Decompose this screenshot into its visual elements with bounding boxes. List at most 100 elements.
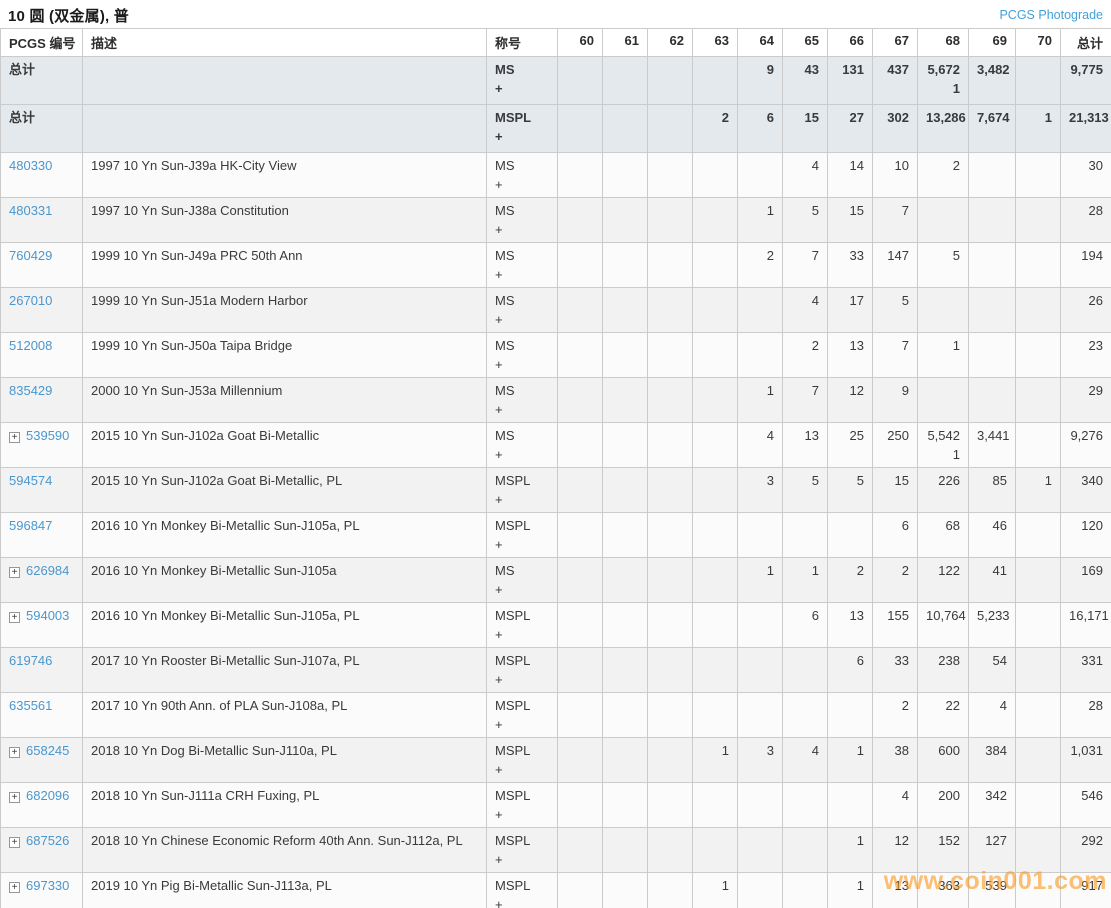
grade-66-count-cell: 131: [828, 57, 873, 105]
col-header-pcgs-number: PCGS 编号: [1, 29, 83, 57]
grade-70-count-cell: [1016, 648, 1061, 693]
pcgs-photograde-link[interactable]: PCGS Photograde: [999, 8, 1103, 22]
title-bar: 10 圆 (双金属), 普 PCGS Photograde: [0, 0, 1111, 28]
pcgs-number-cell: 835429: [1, 378, 83, 423]
grade-65-count-cell: 5: [783, 198, 828, 243]
pcgs-number-link[interactable]: 835429: [9, 383, 52, 398]
grade-67-count-cell: 33: [873, 648, 918, 693]
expand-icon[interactable]: +: [9, 747, 20, 758]
total-count-cell: 29: [1061, 378, 1111, 423]
grade-69-count-cell: [969, 243, 1016, 288]
grade-68-count-cell: 152: [918, 828, 969, 873]
grade-61-count-cell: [603, 243, 648, 288]
grade-67-count-cell: 302: [873, 105, 918, 153]
pcgs-number-link[interactable]: 596847: [9, 518, 52, 533]
designation-cell: MSPL+: [487, 693, 558, 738]
grade-66-count-cell: 25: [828, 423, 873, 468]
expand-icon[interactable]: +: [9, 567, 20, 578]
grade-66-count-cell: 1: [828, 738, 873, 783]
grade-63-count-cell: 2: [693, 105, 738, 153]
grade-64-count-cell: 3: [738, 738, 783, 783]
pcgs-number-link[interactable]: 697330: [26, 878, 69, 893]
table-row: 6355612017 10 Yn 90th Ann. of PLA Sun-J1…: [1, 693, 1111, 738]
pcgs-number-link[interactable]: 267010: [9, 293, 52, 308]
grade-68-count-cell: 2: [918, 153, 969, 198]
pcgs-number-link[interactable]: 512008: [9, 338, 52, 353]
grade-62-count-cell: [648, 243, 693, 288]
grade-64-count-cell: 3: [738, 468, 783, 513]
total-count-cell: 1,031: [1061, 738, 1111, 783]
pcgs-number-link[interactable]: 658245: [26, 743, 69, 758]
summary-row: 总计MSPL+ 2 6 15 27 302 13,286 7,674 1 21,…: [1, 105, 1111, 153]
grade-61-count-cell: [603, 153, 648, 198]
grade-69-count-cell: 3,482: [969, 57, 1016, 105]
grade-62-count-cell: [648, 105, 693, 153]
designation-cell: MS+: [487, 558, 558, 603]
pcgs-number-link[interactable]: 760429: [9, 248, 52, 263]
pcgs-number-link[interactable]: 687526: [26, 833, 69, 848]
grade-64-count-cell: 6: [738, 105, 783, 153]
grade-63-count-cell: [693, 153, 738, 198]
expand-icon[interactable]: +: [9, 612, 20, 623]
expand-icon[interactable]: +: [9, 432, 20, 443]
designation-cell: MSPL+: [487, 783, 558, 828]
total-count-cell: 16,171: [1061, 603, 1111, 648]
pcgs-number-link[interactable]: 682096: [26, 788, 69, 803]
grade-70-count-cell: [1016, 828, 1061, 873]
grade-60-count-cell: [558, 468, 603, 513]
grade-66-count-cell: 13: [828, 603, 873, 648]
col-header-description: 描述: [83, 29, 487, 57]
grade-65-count-cell: 1: [783, 558, 828, 603]
grade-64-count-cell: 9: [738, 57, 783, 105]
grade-64-count-cell: [738, 693, 783, 738]
pcgs-number-link[interactable]: 594574: [9, 473, 52, 488]
grade-63-count-cell: [693, 378, 738, 423]
pcgs-number-cell: 635561: [1, 693, 83, 738]
grade-68-count-cell: 22: [918, 693, 969, 738]
grade-66-count-cell: [828, 513, 873, 558]
description-cell: 1997 10 Yn Sun-J38a Constitution: [83, 198, 487, 243]
designation-cell: MS+: [487, 288, 558, 333]
grade-69-count-cell: 41: [969, 558, 1016, 603]
pcgs-number-link[interactable]: 480330: [9, 158, 52, 173]
total-count-cell: 9,775: [1061, 57, 1111, 105]
designation-cell: MSPL+: [487, 513, 558, 558]
grade-64-count-cell: [738, 153, 783, 198]
pcgs-number-cell: +626984: [1, 558, 83, 603]
grade-62-count-cell: [648, 513, 693, 558]
expand-icon[interactable]: +: [9, 837, 20, 848]
grade-60-count-cell: [558, 105, 603, 153]
pcgs-number-link[interactable]: 635561: [9, 698, 52, 713]
grade-65-count-cell: 7: [783, 378, 828, 423]
expand-icon[interactable]: +: [9, 882, 20, 893]
grade-66-count-cell: 5: [828, 468, 873, 513]
expand-icon[interactable]: +: [9, 792, 20, 803]
pcgs-number-link[interactable]: 594003: [26, 608, 69, 623]
pcgs-number-cell: +539590: [1, 423, 83, 468]
grade-63-count-cell: [693, 57, 738, 105]
grade-62-count-cell: [648, 153, 693, 198]
grade-65-count-cell: 43: [783, 57, 828, 105]
grade-63-count-cell: 1: [693, 873, 738, 908]
total-count-cell: 26: [1061, 288, 1111, 333]
pcgs-number-link[interactable]: 626984: [26, 563, 69, 578]
grade-64-count-cell: 4: [738, 423, 783, 468]
designation-cell: MSPL+: [487, 603, 558, 648]
grade-70-count-cell: 1: [1016, 105, 1061, 153]
col-header-grade-66: 66: [828, 29, 873, 57]
grade-63-count-cell: [693, 243, 738, 288]
pcgs-number-link[interactable]: 619746: [9, 653, 52, 668]
designation-cell: MS+: [487, 333, 558, 378]
grade-61-count-cell: [603, 828, 648, 873]
pcgs-number-link[interactable]: 480331: [9, 203, 52, 218]
grade-69-count-cell: 127: [969, 828, 1016, 873]
grade-64-count-cell: [738, 648, 783, 693]
grade-65-count-cell: [783, 693, 828, 738]
grade-66-count-cell: 33: [828, 243, 873, 288]
grade-62-count-cell: [648, 468, 693, 513]
grade-60-count-cell: [558, 693, 603, 738]
pcgs-number-link[interactable]: 539590: [26, 428, 69, 443]
grade-67-count-cell: 6: [873, 513, 918, 558]
pcgs-number-cell: 760429: [1, 243, 83, 288]
total-count-cell: 28: [1061, 198, 1111, 243]
